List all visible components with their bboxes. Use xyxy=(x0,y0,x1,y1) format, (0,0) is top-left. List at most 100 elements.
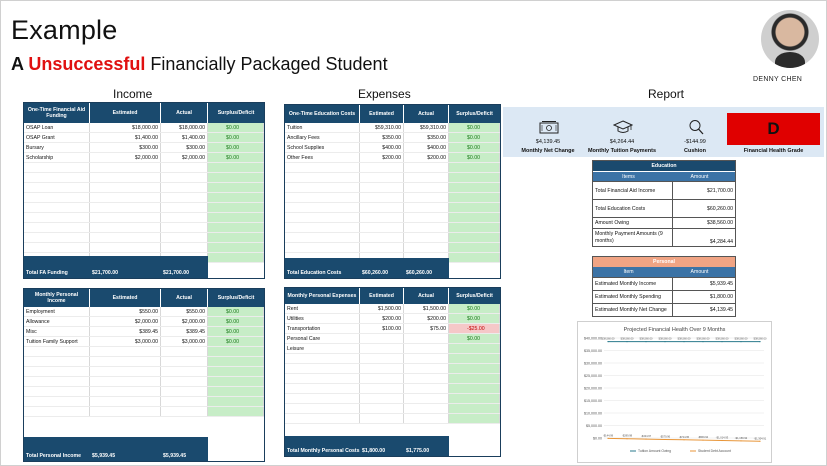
surplus-cell xyxy=(449,374,500,383)
row-label xyxy=(24,183,90,192)
row-label xyxy=(24,397,90,406)
table-body: Tuition $59,310.00 $59,310.00 $0.00 Ancillar… xyxy=(285,123,500,263)
kpi-tuition-payments: $4,264.44 Monthly Tuition Payments xyxy=(587,107,657,157)
y-tick-label: $10,000.00 xyxy=(584,412,602,416)
surplus-cell xyxy=(208,233,264,242)
page-title: Example xyxy=(11,15,118,45)
kpi-label: Monthly Net Change xyxy=(521,148,575,154)
row-label xyxy=(24,377,90,386)
row-label: Allowance xyxy=(24,317,90,326)
data-label: $38,560.00 xyxy=(621,337,635,341)
financial-health-grade: D xyxy=(727,113,820,145)
column-header: Surplus/Deficit xyxy=(208,103,264,123)
table-row xyxy=(24,367,264,377)
table-row: Rent $1,500.00 $1,500.00 $0.00 xyxy=(285,304,500,314)
actual-cell xyxy=(404,374,449,383)
table-row xyxy=(285,213,500,223)
data-point xyxy=(759,341,761,343)
data-point xyxy=(626,341,628,343)
actual-cell: $400.00 xyxy=(404,143,449,152)
report-item: Estimated Monthly Spending xyxy=(593,291,673,303)
report-personal-title: Personal xyxy=(593,257,735,267)
report-summary: $4,139.45 Monthly Net Change $4,264.44 M… xyxy=(503,107,824,157)
total-estimated: $5,939.45 xyxy=(92,453,116,459)
estimated-cell xyxy=(360,163,404,172)
estimated-cell xyxy=(360,394,404,403)
estimated-cell xyxy=(360,414,404,423)
table-row: Other Fees $200.00 $200.00 $0.00 xyxy=(285,153,500,163)
data-label: $38,560.00 xyxy=(659,337,673,341)
actual-cell xyxy=(161,163,208,172)
estimated-cell: $400.00 xyxy=(360,143,404,152)
estimated-cell xyxy=(90,223,161,232)
estimated-cell xyxy=(360,203,404,212)
estimated-cell xyxy=(90,397,161,406)
row-label: Utilities xyxy=(285,314,360,323)
table-total-row: Total Education Costs $60,260.00 $60,260.0… xyxy=(285,258,449,278)
col-items: Items xyxy=(622,173,635,180)
row-label: OSAP Loan xyxy=(24,123,90,132)
surplus-cell xyxy=(208,213,264,222)
table-row: Ancillary Fees $350.00 $350.00 $0.00 xyxy=(285,133,500,143)
subtitle-rest: Financially Packaged Student xyxy=(150,54,388,74)
actual-cell xyxy=(404,173,449,182)
actual-cell xyxy=(161,397,208,406)
table-row xyxy=(24,243,264,253)
y-tick-label: $20,000.00 xyxy=(584,387,602,391)
actual-cell: $350.00 xyxy=(404,133,449,142)
table-row: OSAP Grant $1,400.00 $1,400.00 $0.00 xyxy=(24,133,264,143)
actual-cell: $2,000.00 xyxy=(161,317,208,326)
estimated-cell: $2,000.00 xyxy=(90,153,161,162)
data-point xyxy=(702,439,704,441)
column-header: Actual xyxy=(161,103,208,123)
table-row xyxy=(24,193,264,203)
avatar xyxy=(761,10,819,68)
table-row xyxy=(285,223,500,233)
actual-cell xyxy=(161,347,208,356)
table-row xyxy=(285,374,500,384)
row-label: OSAP Grant xyxy=(24,133,90,142)
actual-cell: $3,000.00 xyxy=(161,337,208,346)
table-row: Leisure xyxy=(285,344,500,354)
estimated-cell xyxy=(360,404,404,413)
y-tick-label: $25,000.00 xyxy=(584,374,602,378)
col-item: Item xyxy=(623,269,634,275)
actual-cell xyxy=(404,414,449,423)
data-label: -$1,159.92 xyxy=(735,436,748,440)
row-label xyxy=(24,367,90,376)
row-label xyxy=(285,233,360,242)
surplus-cell xyxy=(449,223,500,232)
row-label xyxy=(285,394,360,403)
subtitle-prefix: A xyxy=(11,54,24,74)
data-point xyxy=(645,438,647,440)
actual-cell xyxy=(161,183,208,192)
actual-cell xyxy=(404,203,449,212)
slide: Example A Unsuccessful Financially Packa… xyxy=(0,0,827,466)
data-point xyxy=(607,341,609,343)
surplus-cell: $0.00 xyxy=(208,153,264,162)
kpi-value: -$144.99 xyxy=(684,139,706,145)
estimated-cell: $389.45 xyxy=(90,327,161,336)
table-row: Misc $389.45 $389.45 $0.00 xyxy=(24,327,264,337)
table-total-row: Total Personal Income $5,939.45 $5,939.45 xyxy=(24,437,208,461)
table-header: Monthly Personal Expenses Estimated Actual… xyxy=(285,288,500,304)
projection-chart-svg: Projected Financial Health Over 9 Months… xyxy=(584,327,767,453)
table-row xyxy=(24,347,264,357)
total-label: Total FA Funding xyxy=(26,270,68,276)
kpi-cushion: -$144.99 Cushion xyxy=(660,107,730,157)
money-icon xyxy=(539,121,559,134)
actual-cell xyxy=(161,193,208,202)
estimated-cell: $200.00 xyxy=(360,314,404,323)
data-point xyxy=(721,341,723,343)
row-label xyxy=(24,357,90,366)
report-row: Total Financial Aid Income $21,700.00 xyxy=(593,181,735,199)
estimated-cell xyxy=(90,173,161,182)
report-education-title: Education xyxy=(593,161,735,171)
report-item: Total Education Costs xyxy=(593,200,673,217)
column-header: Estimated xyxy=(90,289,161,307)
data-label: -$434.97 xyxy=(641,434,652,438)
kpi-value: $4,264.44 xyxy=(609,139,635,145)
estimated-cell xyxy=(360,344,404,353)
estimated-cell: $550.00 xyxy=(90,307,161,316)
report-amount: $4,284.44 xyxy=(709,239,733,245)
